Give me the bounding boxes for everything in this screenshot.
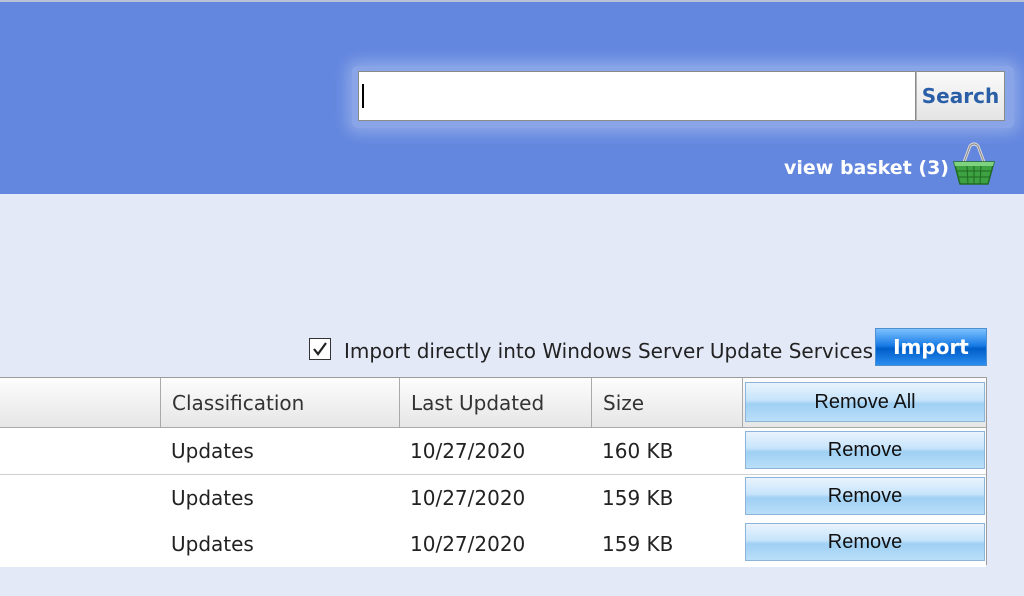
column-header-last-updated[interactable]: Last Updated	[400, 378, 592, 428]
column-header-title[interactable]	[0, 378, 161, 428]
table-row: Updates 10/27/2020 159 KB Remove	[0, 521, 986, 567]
classification-cell: Updates	[171, 532, 254, 556]
text-caret	[362, 84, 364, 108]
column-header-classification[interactable]: Classification	[161, 378, 400, 428]
size-cell: 160 KB	[602, 439, 674, 463]
search-input[interactable]	[358, 71, 916, 121]
checkmark-icon	[313, 342, 327, 356]
remove-button[interactable]: Remove	[745, 477, 985, 515]
classification-cell: Updates	[171, 439, 254, 463]
remove-button[interactable]: Remove	[745, 431, 985, 469]
view-basket-link[interactable]: view basket (3)	[784, 154, 949, 182]
table-row: Updates 10/27/2020 160 KB Remove	[0, 428, 986, 475]
table-row: Updates 10/27/2020 159 KB Remove	[0, 475, 986, 522]
remove-all-button[interactable]: Remove All	[745, 382, 985, 422]
import-checkbox[interactable]	[309, 338, 331, 360]
column-header-size[interactable]: Size	[592, 378, 743, 428]
shopping-basket-icon[interactable]	[950, 140, 998, 188]
remove-button[interactable]: Remove	[745, 523, 985, 561]
size-cell: 159 KB	[602, 486, 674, 510]
search-button[interactable]: Search	[916, 71, 1005, 121]
last-updated-cell: 10/27/2020	[410, 439, 526, 463]
basket-table: Classification Last Updated Size Remove …	[0, 377, 987, 567]
last-updated-cell: 10/27/2020	[410, 486, 526, 510]
last-updated-cell: 10/27/2020	[410, 532, 526, 556]
import-button[interactable]: Import	[875, 328, 987, 366]
size-cell: 159 KB	[602, 532, 674, 556]
classification-cell: Updates	[171, 486, 254, 510]
import-checkbox-label: Import directly into Windows Server Upda…	[344, 339, 874, 363]
